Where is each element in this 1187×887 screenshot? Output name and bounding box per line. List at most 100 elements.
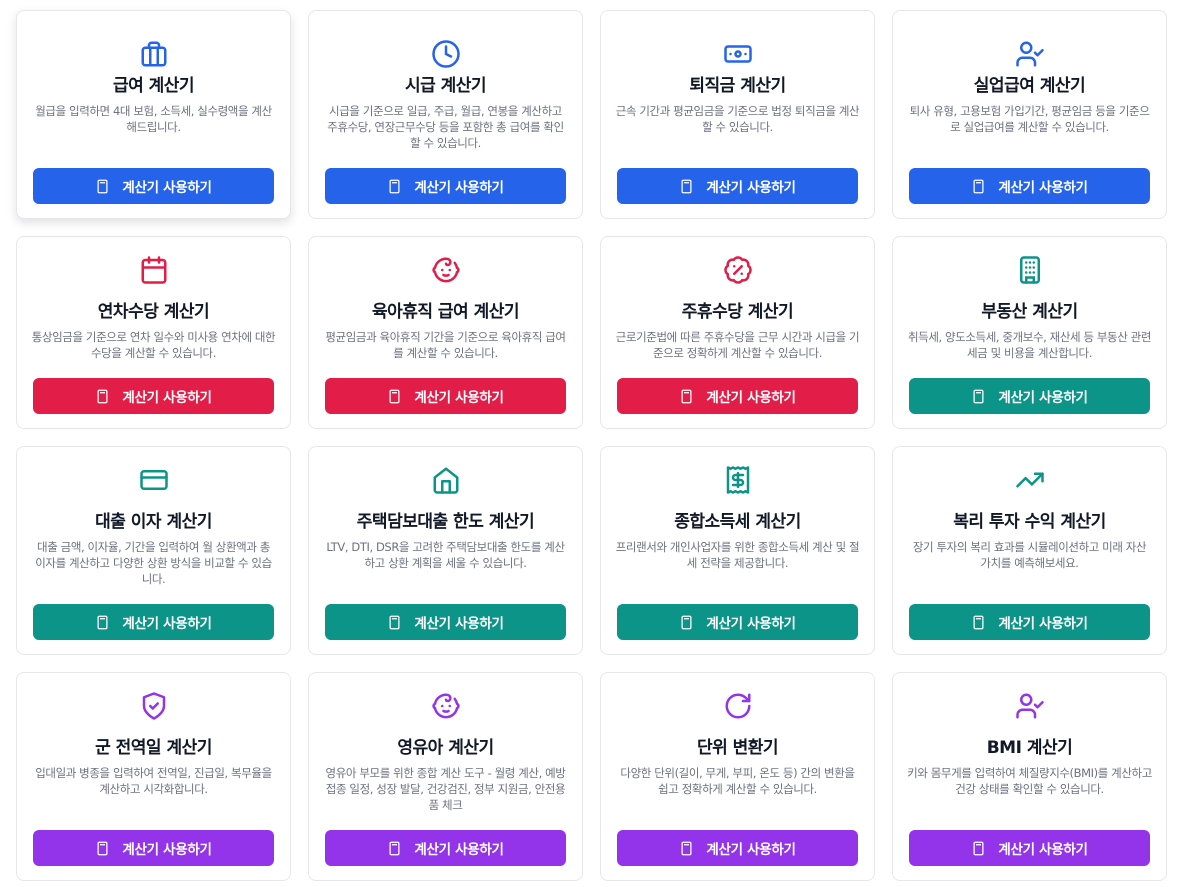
card-parental-leave[interactable]: 육아휴직 급여 계산기 평균임금과 육아휴직 기간을 기준으로 육아휴직 급여를… [308,236,583,429]
credit-card-icon [137,463,171,497]
card-description: 영유아 부모를 위한 종합 계산 도구 - 월령 계산, 예방접종 일정, 성장… [325,766,566,812]
card-description: 프리랜서와 개인사업자를 위한 종합소득세 계산 및 절세 전략을 제공합니다. [615,540,860,570]
calculator-icon [973,389,984,403]
button-label: 계산기 사용하기 [122,390,212,406]
button-label: 계산기 사용하기 [706,842,796,858]
card-military-discharge[interactable]: 군 전역일 계산기 입대일과 병종을 입력하여 전역일, 진급일, 복무율을 계… [16,672,291,881]
card-description: 근로기준법에 따른 주휴수당을 근무 시간과 시급을 기준으로 정확하게 계산할… [615,330,860,360]
use-calculator-button[interactable]: 계산기 사용하기 [33,830,274,866]
calculator-icon [681,841,692,855]
briefcase-icon [137,37,171,71]
card-description: 대출 금액, 이자율, 기간을 입력하여 월 상환액과 총 이자를 계산하고 다… [35,540,272,586]
card-description: 평균임금과 육아휴직 기간을 기준으로 육아휴직 급여를 계산할 수 있습니다. [325,330,566,360]
card-title: 주택담보대출 한도 계산기 [356,512,535,532]
card-description: 장기 투자의 복리 효과를 시뮬레이션하고 미래 자산 가치를 예측해보세요. [912,540,1147,570]
card-title: 영유아 계산기 [397,738,494,758]
use-calculator-button[interactable]: 계산기 사용하기 [33,378,274,414]
button-label: 계산기 사용하기 [706,390,796,406]
rotate-cw-icon [721,689,755,723]
card-description: LTV, DTI, DSR을 고려한 주택담보대출 한도를 계산하고 상환 계획… [326,540,565,570]
card-title: BMI 계산기 [986,738,1073,758]
card-description: 취득세, 양도소득세, 중개보수, 재산세 등 부동산 관련 세금 및 비용을 … [907,330,1152,360]
use-calculator-button[interactable]: 계산기 사용하기 [325,604,566,640]
card-title: 시급 계산기 [404,76,487,96]
button-label: 계산기 사용하기 [122,616,212,632]
card-description: 월급을 입력하면 4대 보험, 소득세, 실수령액을 계산해드립니다. [35,104,272,134]
button-label: 계산기 사용하기 [414,180,504,196]
card-title: 부동산 계산기 [981,302,1078,322]
card-salary[interactable]: 급여 계산기 월급을 입력하면 4대 보험, 소득세, 실수령액을 계산해드립니… [16,10,291,219]
card-weekly-holiday[interactable]: 주휴수당 계산기 근로기준법에 따른 주휴수당을 근무 시간과 시급을 기준으로… [600,236,875,429]
use-calculator-button[interactable]: 계산기 사용하기 [617,168,858,204]
calculator-icon [681,179,692,193]
calculator-icon [97,841,108,855]
card-title: 육아휴직 급여 계산기 [371,302,520,322]
shield-check-icon [137,689,171,723]
calculator-icon [389,841,400,855]
card-description: 퇴사 유형, 고용보험 가입기간, 평균임금 등을 기준으로 실업급여를 계산할… [909,104,1150,134]
trending-up-icon [1013,463,1047,497]
use-calculator-button[interactable]: 계산기 사용하기 [909,168,1150,204]
card-infant[interactable]: 영유아 계산기 영유아 부모를 위한 종합 계산 도구 - 월령 계산, 예방접… [308,672,583,881]
card-title: 종합소득세 계산기 [674,512,801,532]
card-title: 대출 이자 계산기 [95,512,212,532]
card-description: 다양한 단위(길이, 무게, 부피, 온도 등) 간의 변환을 쉽고 정확하게 … [620,766,855,796]
calculator-grid: 급여 계산기 월급을 입력하면 4대 보험, 소득세, 실수령액을 계산해드립니… [0,0,1187,887]
card-title: 퇴직금 계산기 [689,76,786,96]
use-calculator-button[interactable]: 계산기 사용하기 [617,604,858,640]
calculator-icon [973,615,984,629]
calendar-icon [137,253,171,287]
receipt-icon [721,463,755,497]
baby-icon [429,689,463,723]
card-description: 근속 기간과 평균임금을 기준으로 법정 퇴직금을 계산할 수 있습니다. [615,104,860,134]
use-calculator-button[interactable]: 계산기 사용하기 [33,168,274,204]
button-label: 계산기 사용하기 [122,180,212,196]
button-label: 계산기 사용하기 [414,616,504,632]
calculator-icon [973,841,984,855]
button-label: 계산기 사용하기 [998,390,1088,406]
calculator-icon [97,615,108,629]
card-title: 실업급여 계산기 [973,76,1086,96]
calculator-icon [681,615,692,629]
calculator-icon [97,179,108,193]
use-calculator-button[interactable]: 계산기 사용하기 [909,378,1150,414]
card-hourly[interactable]: 시급 계산기 시급을 기준으로 일급, 주급, 월급, 연봉을 계산하고 주휴수… [308,10,583,219]
card-description: 시급을 기준으로 일급, 주급, 월급, 연봉을 계산하고 주휴수당, 연장근무… [327,104,564,150]
button-label: 계산기 사용하기 [122,842,212,858]
calculator-icon [389,389,400,403]
button-label: 계산기 사용하기 [998,842,1088,858]
use-calculator-button[interactable]: 계산기 사용하기 [325,378,566,414]
use-calculator-button[interactable]: 계산기 사용하기 [909,604,1150,640]
card-mortgage-limit[interactable]: 주택담보대출 한도 계산기 LTV, DTI, DSR을 고려한 주택담보대출 … [308,446,583,655]
card-unit-converter[interactable]: 단위 변환기 다양한 단위(길이, 무게, 부피, 온도 등) 간의 변환을 쉽… [600,672,875,881]
card-title: 주휴수당 계산기 [681,302,794,322]
card-title: 복리 투자 수익 계산기 [953,512,1106,532]
percent-badge-icon [721,253,755,287]
use-calculator-button[interactable]: 계산기 사용하기 [325,830,566,866]
card-loan-interest[interactable]: 대출 이자 계산기 대출 금액, 이자율, 기간을 입력하여 월 상환액과 총 … [16,446,291,655]
card-compound-interest[interactable]: 복리 투자 수익 계산기 장기 투자의 복리 효과를 시뮬레이션하고 미래 자산… [892,446,1167,655]
card-real-estate[interactable]: 부동산 계산기 취득세, 양도소득세, 중개보수, 재산세 등 부동산 관련 세… [892,236,1167,429]
card-title: 군 전역일 계산기 [95,738,212,758]
card-description: 통상임금을 기준으로 연차 일수와 미사용 연차에 대한 수당을 계산할 수 있… [31,330,276,360]
building-icon [1013,253,1047,287]
use-calculator-button[interactable]: 계산기 사용하기 [617,378,858,414]
user-check-icon [1013,37,1047,71]
card-bmi[interactable]: BMI 계산기 키와 몸무게를 입력하여 체질량지수(BMI)를 계산하고 건강… [892,672,1167,881]
card-income-tax[interactable]: 종합소득세 계산기 프리랜서와 개인사업자를 위한 종합소득세 계산 및 절세 … [600,446,875,655]
calculator-icon [97,389,108,403]
calculator-icon [389,615,400,629]
calculator-icon [681,389,692,403]
calculator-icon [389,179,400,193]
use-calculator-button[interactable]: 계산기 사용하기 [325,168,566,204]
calculator-icon [973,179,984,193]
use-calculator-button[interactable]: 계산기 사용하기 [909,830,1150,866]
card-annual-leave[interactable]: 연차수당 계산기 통상임금을 기준으로 연차 일수와 미사용 연차에 대한 수당… [16,236,291,429]
button-label: 계산기 사용하기 [998,180,1088,196]
card-severance[interactable]: 퇴직금 계산기 근속 기간과 평균임금을 기준으로 법정 퇴직금을 계산할 수 … [600,10,875,219]
use-calculator-button[interactable]: 계산기 사용하기 [33,604,274,640]
card-unemployment[interactable]: 실업급여 계산기 퇴사 유형, 고용보험 가입기간, 평균임금 등을 기준으로 … [892,10,1167,219]
use-calculator-button[interactable]: 계산기 사용하기 [617,830,858,866]
card-description: 키와 몸무게를 입력하여 체질량지수(BMI)를 계산하고 건강 상태를 확인할… [907,766,1152,796]
card-title: 단위 변환기 [696,738,779,758]
